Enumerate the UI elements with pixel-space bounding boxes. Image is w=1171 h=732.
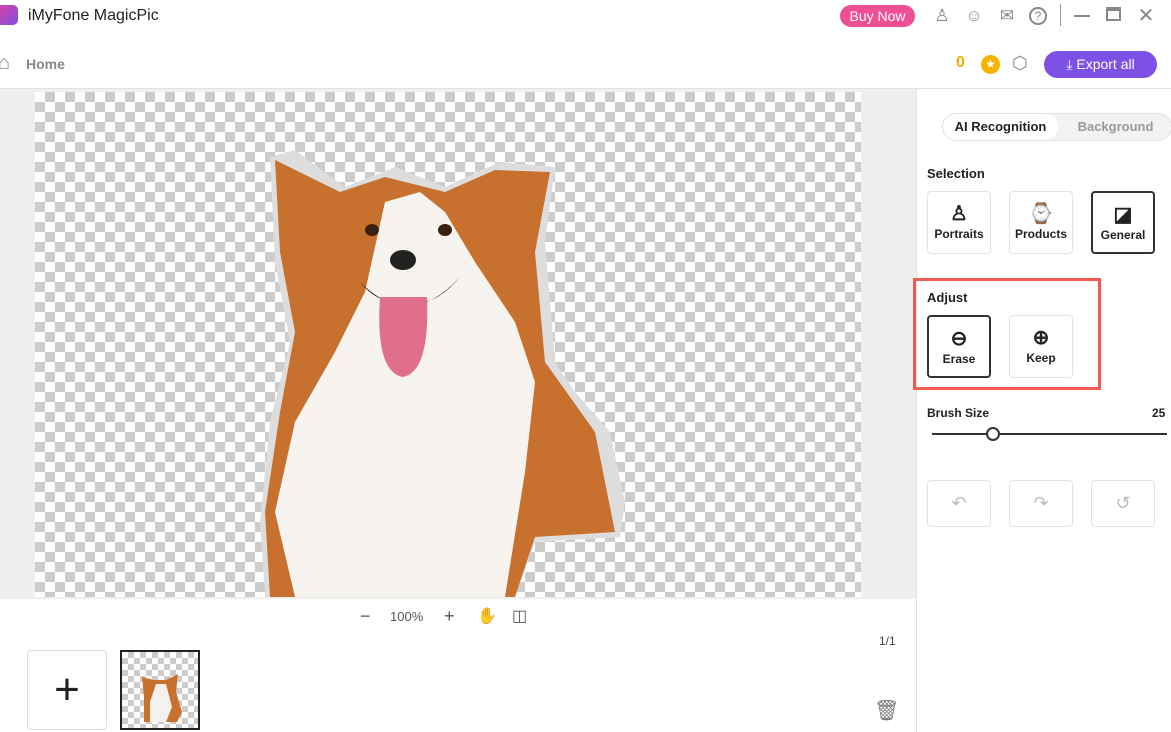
erase-label: Erase <box>942 352 976 366</box>
selection-title: Selection <box>927 166 985 181</box>
thumbnail[interactable] <box>120 650 200 730</box>
trash-icon[interactable]: 🗑 <box>874 698 899 723</box>
export-all-button[interactable]: ⤓ Export all <box>1044 51 1157 78</box>
general-label: General <box>1100 228 1146 242</box>
brush-size-value: 25 <box>1152 406 1166 420</box>
credit-count: 0 <box>956 54 965 71</box>
portraits-button[interactable]: ♙ Portraits <box>927 191 991 254</box>
compare-icon[interactable]: ◫ <box>512 606 527 626</box>
general-button[interactable]: ◪ General <box>1091 191 1155 254</box>
dog-image <box>260 150 625 597</box>
star-icon[interactable]: ★ <box>981 55 1000 74</box>
keep-label: Keep <box>1026 351 1056 365</box>
reset-button[interactable]: ↺ <box>1091 480 1155 527</box>
redo-button[interactable]: ↷ <box>1009 480 1073 527</box>
tab-background[interactable]: Background <box>1058 114 1171 140</box>
brush-plus-icon: ⊕ <box>1032 327 1050 349</box>
mode-tabs: AI Recognition Background <box>942 113 1171 141</box>
zoom-in-button[interactable]: + <box>444 606 455 627</box>
keep-button[interactable]: ⊕ Keep <box>1009 315 1073 378</box>
home-icon[interactable]: ⌂ <box>0 52 10 75</box>
discord-icon[interactable]: ☺ <box>964 6 984 26</box>
app-logo <box>0 5 18 25</box>
brush-size-slider[interactable] <box>932 433 1167 435</box>
adjust-title: Adjust <box>927 290 968 305</box>
zoom-out-button[interactable]: − <box>360 606 371 627</box>
undo-button[interactable]: ↶ <box>927 480 991 527</box>
app-title: iMyFone MagicPic <box>28 7 159 24</box>
brush-minus-icon: ⊖ <box>950 328 968 350</box>
home-link[interactable]: Home <box>26 56 65 72</box>
slider-handle[interactable] <box>986 427 1000 441</box>
settings-icon[interactable]: ⬡ <box>1012 53 1028 74</box>
help-icon[interactable]: ? <box>1029 7 1047 25</box>
mail-icon[interactable]: ✉ <box>997 6 1017 26</box>
export-all-label: Export all <box>1076 56 1135 72</box>
zoom-level: 100% <box>390 609 424 624</box>
brush-size-label: Brush Size <box>927 406 990 420</box>
thumbnail-dog <box>142 674 182 722</box>
close-icon[interactable]: ✕ <box>1136 6 1156 26</box>
erase-button[interactable]: ⊖ Erase <box>927 315 991 378</box>
products-label: Products <box>1014 227 1067 241</box>
portrait-icon: ♙ <box>950 203 968 225</box>
minimize-icon[interactable] <box>1074 15 1090 17</box>
user-icon[interactable]: ♙ <box>932 6 952 26</box>
maximize-icon[interactable] <box>1106 7 1121 21</box>
image-canvas[interactable] <box>35 92 861 597</box>
products-button[interactable]: ⌚ Products <box>1009 191 1073 254</box>
download-icon: ⤓ <box>1066 56 1077 72</box>
portraits-label: Portraits <box>934 227 984 241</box>
general-icon: ◪ <box>1113 204 1133 226</box>
divider <box>1060 4 1061 26</box>
title-bar: iMyFone MagicPic Buy Now ♙ ☺ ✉ ? ✕ <box>0 0 1171 33</box>
watch-icon: ⌚ <box>1028 203 1054 225</box>
tab-ai-recognition[interactable]: AI Recognition <box>943 114 1058 140</box>
hand-icon[interactable]: ✋ <box>477 606 497 626</box>
add-image-button[interactable]: + <box>27 650 107 730</box>
page-counter: 1/1 <box>879 634 896 648</box>
buy-now-button[interactable]: Buy Now <box>840 5 915 27</box>
